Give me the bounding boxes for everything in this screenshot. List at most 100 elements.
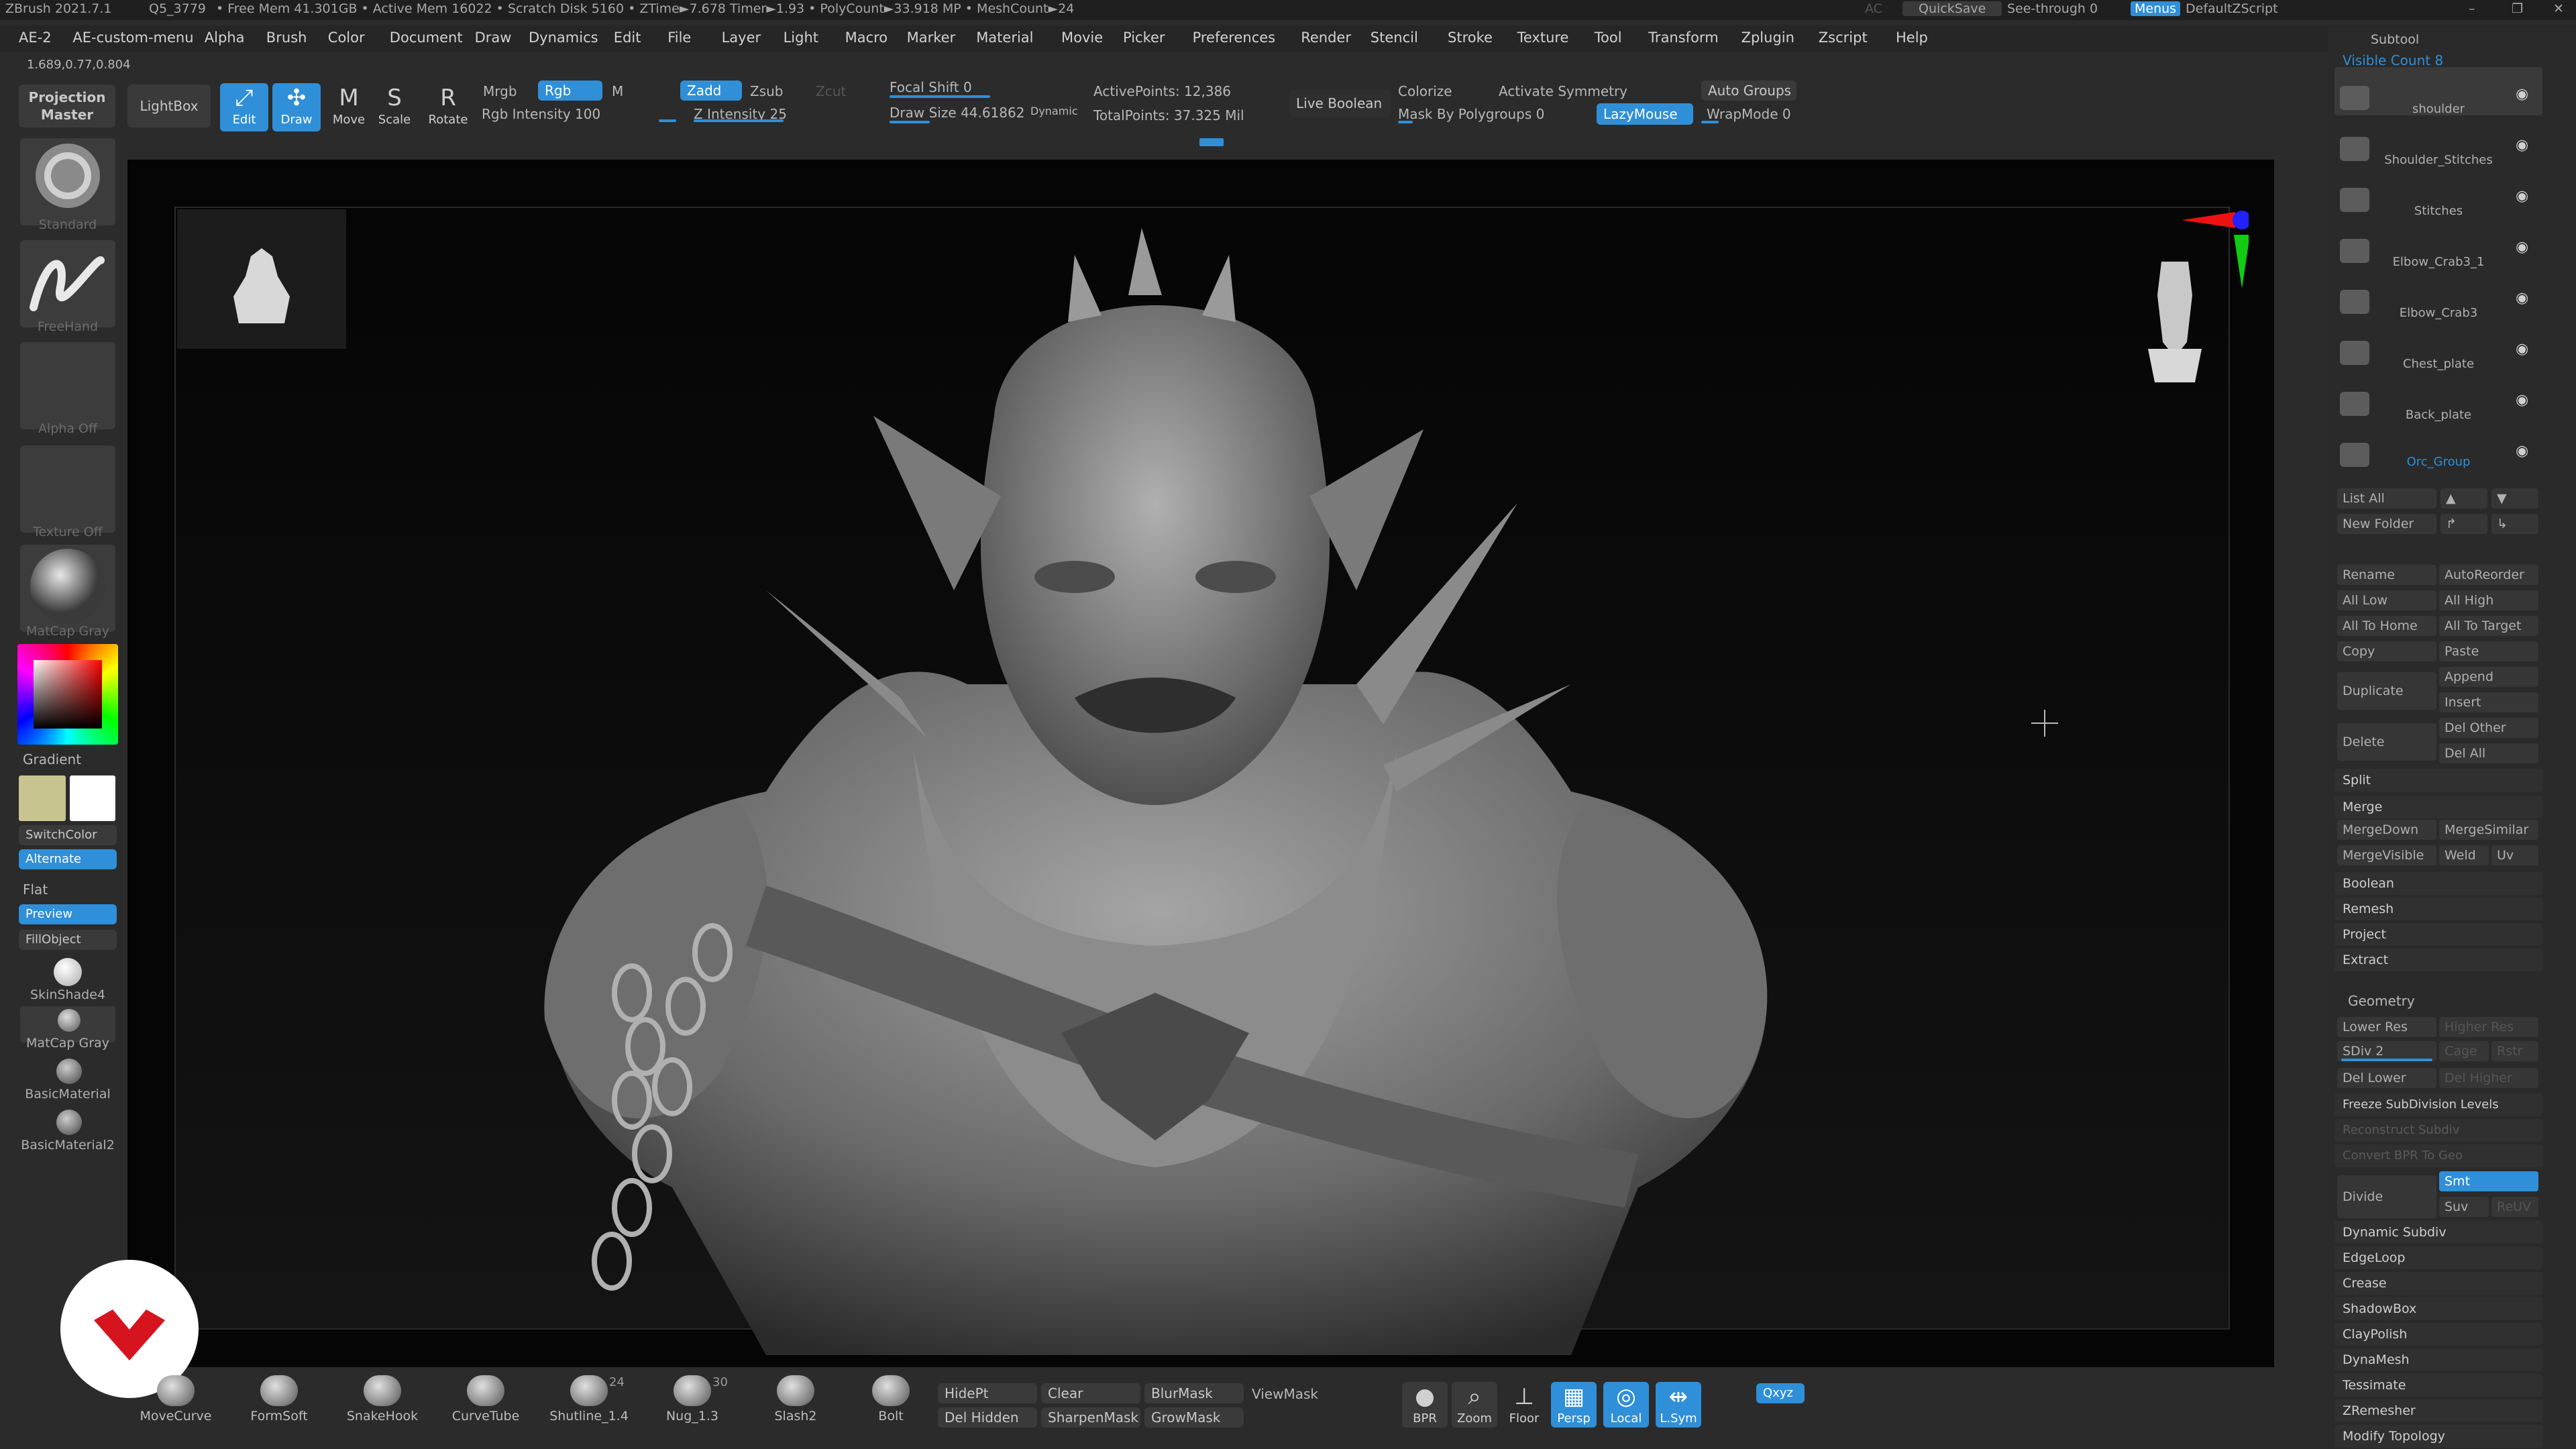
- subtool-item[interactable]: ◉ Back_plate: [2334, 373, 2542, 422]
- remesh-section[interactable]: Remesh: [2334, 898, 2542, 920]
- autoreorder-button[interactable]: AutoReorder: [2439, 565, 2538, 585]
- menu-item-dynamics[interactable]: Dynamics: [529, 30, 598, 46]
- reconstruct-subdiv-button[interactable]: Reconstruct Subdiv: [2334, 1119, 2542, 1142]
- m-toggle[interactable]: M: [612, 83, 623, 99]
- arrow-up-button[interactable]: ▲: [2440, 488, 2487, 508]
- all-to-target-button[interactable]: All To Target: [2439, 616, 2538, 636]
- menu-item-file[interactable]: File: [667, 30, 691, 46]
- brush-bolt[interactable]: Bolt: [844, 1375, 938, 1424]
- menu-item-marker[interactable]: Marker: [907, 30, 956, 46]
- menu-item-ae-2[interactable]: AE-2: [19, 30, 52, 46]
- copy-button[interactable]: Copy: [2337, 641, 2436, 661]
- menu-item-light[interactable]: Light: [784, 30, 818, 46]
- basicmaterial2-sphere-icon[interactable]: [56, 1110, 82, 1135]
- geometry-item-dynamesh[interactable]: DynaMesh: [2334, 1348, 2542, 1371]
- brush-nug-1-3[interactable]: 30 Nug_1.3: [645, 1375, 739, 1424]
- window-restore-icon[interactable]: ❐: [2512, 1, 2523, 16]
- mask-by-polygroups-track[interactable]: [1398, 121, 1413, 123]
- wrapmode-track[interactable]: [1701, 121, 1719, 123]
- menu-item-document[interactable]: Document: [390, 30, 463, 46]
- see-through-slider[interactable]: See-through 0: [2007, 1, 2098, 16]
- lightbox-button[interactable]: LightBox: [127, 85, 211, 127]
- material-slot[interactable]: [20, 545, 115, 632]
- del-higher-button[interactable]: Del Higher: [2439, 1068, 2538, 1088]
- preview-toggle[interactable]: Preview: [19, 904, 117, 924]
- menu-item-draw[interactable]: Draw: [475, 30, 512, 46]
- zcut-toggle[interactable]: Zcut: [816, 83, 846, 99]
- window-minimize-icon[interactable]: –: [2469, 1, 2475, 16]
- menu-item-stroke[interactable]: Stroke: [1448, 30, 1493, 46]
- rgb-toggle[interactable]: Rgb: [538, 80, 602, 101]
- rotate-button[interactable]: R Rotate: [424, 83, 472, 131]
- projection-master-button[interactable]: Projection Master: [19, 85, 115, 127]
- rename-button[interactable]: Rename: [2337, 565, 2436, 585]
- new-folder-button[interactable]: New Folder: [2337, 514, 2436, 534]
- wrapmode-slider[interactable]: WrapMode 0: [1707, 106, 1791, 122]
- brush-curvetube[interactable]: CurveTube: [439, 1375, 533, 1424]
- colorize-toggle[interactable]: Colorize: [1398, 83, 1452, 99]
- menu-item-zscript[interactable]: Zscript: [1819, 30, 1868, 46]
- draw-button[interactable]: ✣ Draw: [272, 83, 321, 131]
- freeze-subdivision-button[interactable]: Freeze SubDivision Levels: [2334, 1093, 2542, 1116]
- visibility-eye-icon[interactable]: ◉: [2516, 86, 2528, 103]
- hidept-button[interactable]: HidePt: [938, 1383, 1037, 1403]
- clear-button[interactable]: Clear: [1041, 1383, 1140, 1403]
- geometry-header[interactable]: Geometry: [2348, 993, 2415, 1009]
- cage-button[interactable]: Cage: [2439, 1041, 2489, 1061]
- auto-groups-button[interactable]: Auto Groups: [1701, 80, 1796, 101]
- mask-by-polygroups-slider[interactable]: Mask By Polygroups 0: [1398, 106, 1544, 122]
- higher-res-button[interactable]: Higher Res: [2439, 1017, 2538, 1037]
- color-picker-square[interactable]: [34, 660, 102, 729]
- project-section[interactable]: Project: [2334, 923, 2542, 946]
- all-to-home-button[interactable]: All To Home: [2337, 616, 2436, 636]
- menu-item-picker[interactable]: Picker: [1123, 30, 1165, 46]
- rstr-button[interactable]: Rstr: [2491, 1041, 2538, 1061]
- navigation-thumbnail[interactable]: [177, 209, 346, 349]
- rgb-intensity-slider[interactable]: Rgb Intensity 100: [482, 106, 600, 122]
- menu-item-macro[interactable]: Macro: [845, 30, 888, 46]
- menu-item-render[interactable]: Render: [1301, 30, 1351, 46]
- geometry-item-tessimate[interactable]: Tessimate: [2334, 1374, 2542, 1397]
- menu-item-color[interactable]: Color: [328, 30, 365, 46]
- geometry-item-claypolish[interactable]: ClayPolish: [2334, 1323, 2542, 1346]
- persp-button[interactable]: ▦ Persp: [1551, 1382, 1597, 1428]
- lsym-button[interactable]: ⇹ L.Sym: [1656, 1382, 1701, 1428]
- arrow-down-button[interactable]: ▼: [2491, 488, 2538, 508]
- menu-item-zplugin[interactable]: Zplugin: [1741, 30, 1794, 46]
- sharpenmask-button[interactable]: SharpenMask: [1041, 1407, 1140, 1428]
- menu-item-movie[interactable]: Movie: [1061, 30, 1103, 46]
- basicmaterial-sphere-icon[interactable]: [56, 1059, 82, 1084]
- append-button[interactable]: Append: [2439, 667, 2538, 687]
- local-button[interactable]: ◎ Local: [1603, 1382, 1649, 1428]
- move-down-icon[interactable]: ↳: [2491, 514, 2538, 534]
- weld-toggle[interactable]: Weld: [2439, 845, 2489, 865]
- texture-slot[interactable]: [20, 445, 115, 533]
- secondary-color-swatch[interactable]: [70, 775, 115, 821]
- canvas-viewport[interactable]: [60, 160, 2274, 1398]
- menu-item-edit[interactable]: Edit: [614, 30, 641, 46]
- menu-item-alpha[interactable]: Alpha: [205, 30, 245, 46]
- subtool-item[interactable]: ◉ Shoulder_Stitches: [2334, 118, 2542, 167]
- blurmask-button[interactable]: BlurMask: [1144, 1383, 1244, 1403]
- default-zscript-button[interactable]: DefaultZScript: [2186, 1, 2278, 16]
- brush-snakehook[interactable]: SnakeHook: [335, 1375, 429, 1424]
- uv-toggle[interactable]: Uv: [2491, 845, 2538, 865]
- draw-size-track[interactable]: [890, 121, 930, 123]
- floor-button[interactable]: ⊥ Floor: [1501, 1382, 1547, 1428]
- mergesimilar-button[interactable]: MergeSimilar: [2439, 820, 2538, 840]
- subtool-item[interactable]: ◉ Elbow_Crab3: [2334, 271, 2542, 320]
- menu-item-help[interactable]: Help: [1896, 30, 1928, 46]
- brush-slash2[interactable]: Slash2: [749, 1375, 843, 1424]
- dynamic-toggle[interactable]: Dynamic: [1030, 105, 1078, 117]
- color-picker[interactable]: [17, 644, 118, 745]
- visible-count-slider[interactable]: Visible Count 8: [2343, 52, 2443, 68]
- activate-symmetry-button[interactable]: Activate Symmetry: [1499, 83, 1627, 99]
- divide-button[interactable]: Divide: [2337, 1175, 2436, 1218]
- draw-size-slider[interactable]: Draw Size 44.61862: [890, 105, 1024, 121]
- all-low-button[interactable]: All Low: [2337, 590, 2436, 610]
- geometry-item-zremesher[interactable]: ZRemesher: [2334, 1399, 2542, 1422]
- paste-button[interactable]: Paste: [2439, 641, 2538, 661]
- focal-shift-slider[interactable]: Focal Shift 0: [890, 79, 972, 95]
- geometry-item-dynamic-subdiv[interactable]: Dynamic Subdiv: [2334, 1221, 2542, 1244]
- visibility-eye-icon[interactable]: ◉: [2516, 137, 2528, 154]
